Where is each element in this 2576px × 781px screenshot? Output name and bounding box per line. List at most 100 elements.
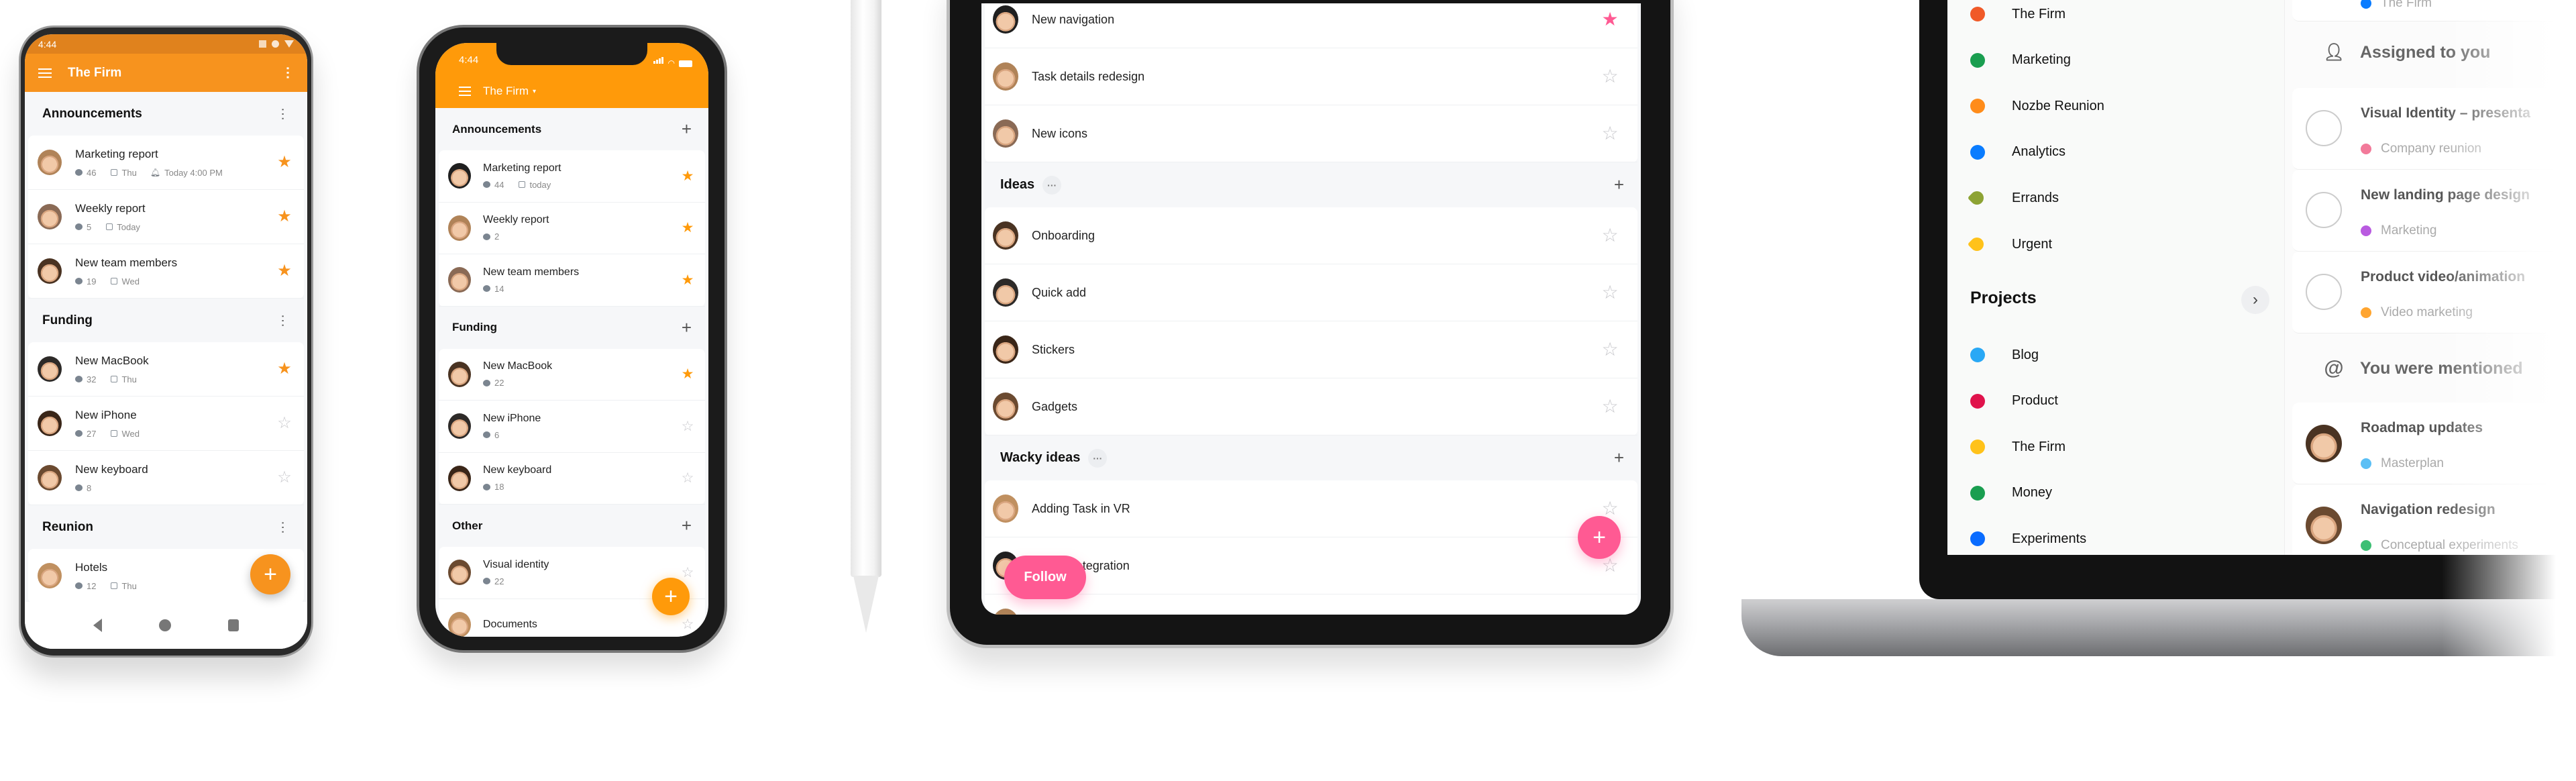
task-row[interactable]: New keyboard 8 ☆ (28, 451, 304, 505)
star-filled-icon[interactable]: ★ (678, 221, 697, 235)
add-task-icon[interactable]: + (682, 119, 692, 140)
star-outline-icon[interactable]: ☆ (1600, 499, 1620, 518)
sidebar-item[interactable]: Nozbe Reunion (1970, 93, 2104, 119)
task-row[interactable]: New MacBook 32 Thu ★ (28, 342, 304, 397)
sidebar-project[interactable]: Experiments (1970, 525, 2086, 552)
task-row[interactable]: New team members 19 Wed ★ (28, 244, 304, 299)
hamburger-icon[interactable] (38, 68, 52, 78)
star-outline-icon[interactable]: ☆ (1600, 67, 1620, 86)
star-outline-icon[interactable]: ☆ (1600, 283, 1620, 302)
star-outline-icon[interactable]: ☆ (1600, 397, 1620, 416)
status-icons: ◠ (653, 55, 692, 67)
add-task-icon[interactable]: + (1614, 448, 1624, 468)
task-title: New iPhone (483, 412, 541, 424)
star-outline-icon[interactable]: ☆ (678, 471, 697, 485)
add-task-icon[interactable]: + (682, 515, 692, 536)
sidebar-item[interactable]: Marketing (1970, 47, 2071, 74)
star-filled-icon[interactable]: ★ (274, 361, 294, 377)
task-row[interactable]: New iPhone 6 ☆ (439, 401, 705, 453)
task-row[interactable]: New keyboard 18 ☆ (439, 453, 705, 505)
sidebar-project[interactable]: Product (1970, 388, 2058, 415)
star-filled-icon[interactable]: ★ (678, 169, 697, 183)
star-filled-icon[interactable]: ★ (274, 209, 294, 225)
task-row[interactable]: New MacBook 22 ★ (439, 349, 705, 401)
task-project: Masterplan (2361, 456, 2444, 471)
task-row[interactable]: New team members 14 ★ (439, 254, 705, 307)
task-list: New navigation ★ Task details redesign ☆ New… (981, 3, 1641, 615)
kebab-icon[interactable]: ··· (276, 314, 290, 327)
star-outline-icon[interactable]: ☆ (1600, 124, 1620, 143)
task-row[interactable]: Stickers☆ (985, 321, 1638, 378)
follow-button[interactable]: Follow (1004, 556, 1086, 599)
comment-icon (75, 223, 83, 230)
star-outline-icon[interactable]: ☆ (1600, 556, 1620, 575)
add-task-fab[interactable]: + (652, 578, 690, 615)
sidebar-item[interactable]: Urgent (1967, 231, 2052, 258)
task-title: New team members (483, 266, 580, 278)
project-switcher[interactable]: The Firm ▾ (459, 85, 536, 98)
complete-checkbox[interactable] (2306, 110, 2342, 146)
star-outline-icon[interactable]: ☆ (274, 470, 294, 486)
kebab-icon[interactable]: ··· (280, 66, 294, 80)
sidebar-item[interactable]: Errands (1967, 185, 2059, 211)
star-outline-icon[interactable]: ☆ (1600, 340, 1620, 359)
sidebar-item[interactable]: The Firm (1970, 1, 2065, 28)
status-icons (259, 40, 294, 48)
task-row[interactable]: Quick add ☆ (985, 264, 1638, 321)
sidebar-project-label: Product (2012, 393, 2058, 408)
kebab-icon[interactable]: ··· (276, 521, 290, 534)
task-row[interactable]: Onboarding ☆ (985, 207, 1638, 264)
star-filled-icon[interactable]: ★ (678, 273, 697, 287)
section-more-button[interactable]: ··· (1042, 175, 1062, 195)
star-filled-icon[interactable]: ★ (678, 367, 697, 381)
section-more-button[interactable]: ··· (1088, 448, 1108, 468)
task-title: Weekly report (483, 214, 549, 226)
add-task-icon[interactable]: + (682, 317, 692, 338)
task-row[interactable]: Task details redesign ☆ (985, 48, 1638, 105)
task-row[interactable]: Marketing report 44 today ★ (439, 150, 705, 203)
signal-icon (653, 55, 664, 67)
complete-checkbox[interactable] (2306, 274, 2342, 310)
due-date: Today (117, 221, 140, 232)
recents-icon[interactable] (227, 619, 239, 631)
star-outline-icon[interactable]: ☆ (274, 415, 294, 431)
add-task-fab[interactable]: + (250, 554, 290, 594)
star-outline-icon[interactable]: ☆ (1600, 613, 1620, 615)
star-filled-icon[interactable]: ★ (274, 154, 294, 170)
android-screen: 4:44 The Firm ··· Announcements ··· Market… (25, 34, 307, 649)
task-row[interactable]: Adding Task in VR ☆ (985, 480, 1638, 537)
task-row[interactable]: Weekly report 2 ★ (439, 203, 705, 254)
task-row[interactable]: Stickers☆ (985, 594, 1638, 615)
task-row[interactable]: New icons ☆ (985, 105, 1638, 162)
star-outline-icon[interactable]: ☆ (678, 617, 697, 631)
star-filled-icon[interactable]: ★ (1600, 10, 1620, 29)
task-text: Stickers (1032, 343, 1600, 357)
star-outline-icon[interactable]: ☆ (1600, 226, 1620, 245)
edge-fade (2442, 0, 2576, 664)
task-row[interactable]: Marketing report 46 Thu 🔔︎ Today 4:00 PM ★ (28, 136, 304, 190)
sidebar-item[interactable]: Analytics (1970, 139, 2065, 166)
chevron-right-icon[interactable]: › (2241, 286, 2269, 314)
section-title: Funding (452, 321, 498, 333)
star-outline-icon[interactable]: ☆ (678, 419, 697, 433)
avatar (38, 258, 62, 284)
star-outline-icon[interactable]: ☆ (678, 566, 697, 580)
add-task-fab[interactable]: + (1578, 516, 1621, 559)
add-task-icon[interactable]: + (1614, 174, 1624, 195)
sidebar-project[interactable]: Money (1970, 480, 2052, 507)
star-filled-icon[interactable]: ★ (274, 263, 294, 279)
task-row[interactable]: Weekly report 5 Today ★ (28, 190, 304, 244)
hamburger-icon[interactable] (459, 87, 471, 96)
task-row[interactable]: Gadgets ☆ (985, 378, 1638, 435)
sidebar-project[interactable]: The Firm (1970, 433, 2065, 460)
home-icon[interactable] (158, 619, 171, 631)
avatar (38, 411, 62, 436)
task-row[interactable]: New navigation ★ (985, 3, 1638, 48)
sidebar-project[interactable]: Blog (1970, 342, 2039, 368)
task-row[interactable]: New iPhone 27 Wed ☆ (28, 397, 304, 451)
complete-checkbox[interactable] (2306, 192, 2342, 228)
avatar (2306, 507, 2342, 544)
kebab-icon[interactable]: ··· (276, 107, 290, 121)
back-icon[interactable] (93, 619, 103, 632)
avatar (448, 413, 471, 439)
